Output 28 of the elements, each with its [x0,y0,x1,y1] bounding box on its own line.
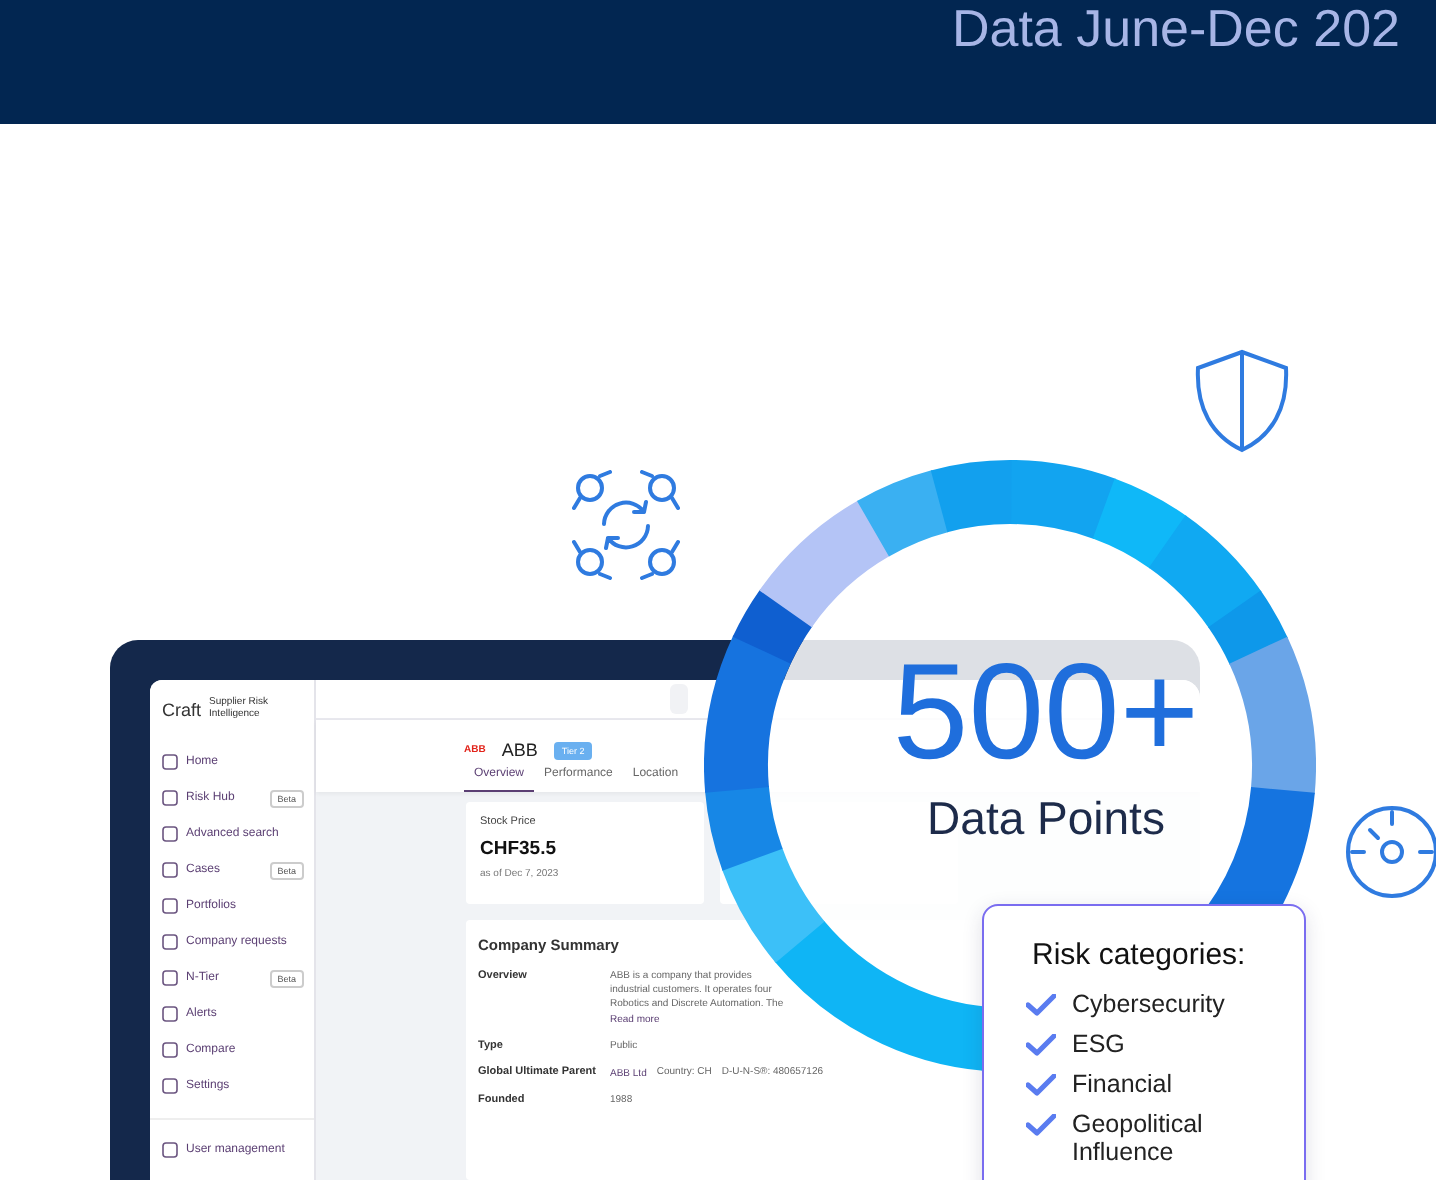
risk-category: Financial [1072,1070,1175,1098]
nav-icon [162,1142,178,1158]
circles-cycle-icon [572,470,680,580]
check-icon [1026,994,1056,1016]
check-icon [1026,1074,1056,1096]
brand-logo: Craft [162,700,202,720]
stat-value: 500+ [892,643,1200,779]
shield-icon [1192,348,1292,454]
nav-icon [162,790,178,806]
nav-icon [162,1006,178,1022]
nav-icon [162,826,178,842]
risk-category: ESG [1072,1030,1127,1058]
nav-icon [162,970,178,986]
stat-label: Data Points [927,791,1165,845]
nav-icon [162,1042,178,1058]
risk-title: Risk categories: [1032,938,1248,972]
banner-title: Data June-Dec 202 [951,0,1400,59]
stock-price: CHF35.5 [480,838,559,860]
nav-icon [162,754,178,770]
nav-icon [162,898,178,914]
company-name: ABB [501,740,538,760]
nav-icon [162,862,178,878]
risk-category: Cybersecurity [1072,990,1227,1018]
nav-icon [162,1078,178,1094]
nav-icon [162,934,178,950]
check-icon [1026,1114,1056,1136]
risk-category: Geopolitical Influence [1072,1110,1205,1166]
check-icon [1026,1034,1056,1056]
